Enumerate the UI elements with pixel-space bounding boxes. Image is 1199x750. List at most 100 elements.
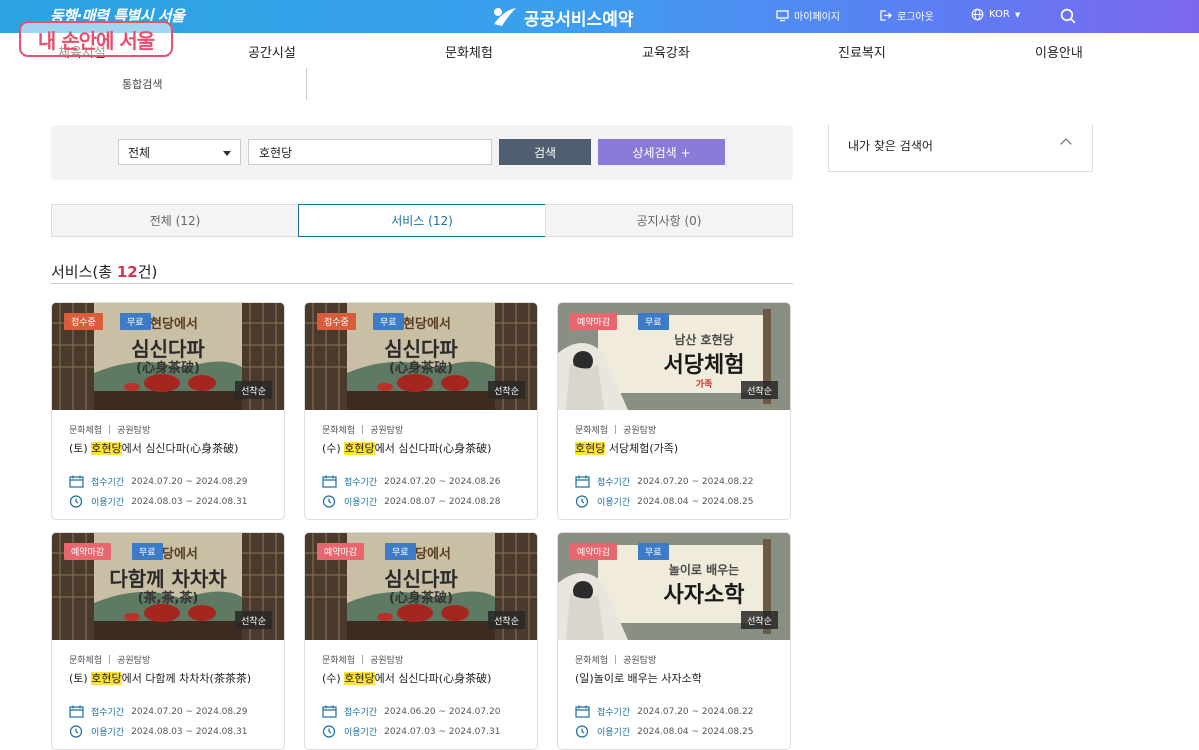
card-title-suffix: 에서 다함께 차차차(茶茶茶) <box>121 672 252 685</box>
result-heading-suffix: 건) <box>137 263 158 281</box>
sort-tag: 선착순 <box>235 611 272 629</box>
thumbnail-subtitle: (茶,茶,茶) <box>137 591 199 606</box>
fee-badge: 무료 <box>638 313 669 330</box>
card-place: 공원탐방 <box>370 426 404 436</box>
divider <box>51 283 793 284</box>
card-title-prefix: (일)놀이로 배우는 사자소학 <box>575 672 702 685</box>
use-period: 이용기간 2024.07.03 ~ 2024.07.31 <box>322 725 500 738</box>
service-card[interactable]: 호현당에서 다함께 차차차 (茶,茶,茶) 예약마감 무료 선착순 문화체험 공… <box>51 532 285 750</box>
caret-down-icon: ▼ <box>1014 10 1021 19</box>
use-period-value: 2024.08.03 ~ 2024.08.31 <box>131 496 248 507</box>
subnav-integrated-search[interactable]: 통합검색 <box>122 76 162 92</box>
card-meta: 문화체험 공원탐방 <box>322 423 403 436</box>
gnb-space[interactable]: 공간시설 <box>248 42 296 61</box>
clock-icon <box>322 495 336 508</box>
calendar-icon <box>322 705 337 718</box>
card-title-highlight: 호현당 <box>344 672 375 685</box>
use-period: 이용기간 2024.08.04 ~ 2024.08.25 <box>575 495 753 508</box>
card-place: 공원탐방 <box>370 656 404 666</box>
card-title-prefix: (수) <box>322 672 345 685</box>
thumbnail-top-text: 남산 호현당 <box>674 333 734 347</box>
apply-period-value: 2024.07.20 ~ 2024.08.29 <box>131 476 248 487</box>
service-card[interactable]: 호현당에서 심신다파 (心身茶破) 예약마감 무료 선착순 문화체험 공원탐방 … <box>304 532 538 750</box>
gnb-medical[interactable]: 진료복지 <box>838 42 886 61</box>
clock-icon <box>69 725 83 738</box>
card-title-prefix: (토) <box>69 442 92 455</box>
apply-period-label: 접수기간 <box>344 478 378 488</box>
tab-all[interactable]: 전체 (12) <box>51 204 299 237</box>
use-period-label: 이용기간 <box>597 728 631 738</box>
use-period: 이용기간 2024.08.07 ~ 2024.08.28 <box>322 495 500 508</box>
card-meta: 문화체험 공원탐방 <box>69 423 150 436</box>
service-card[interactable]: 남산 호현당 서당체험 가족 예약마감 무료 선착순 문화체험 공원탐방 호현당… <box>557 302 791 520</box>
gnb-culture[interactable]: 문화체험 <box>445 42 493 61</box>
search-input[interactable] <box>248 139 492 165</box>
card-title[interactable]: (일)놀이로 배우는 사자소학 <box>575 671 780 686</box>
logout-link[interactable]: 로그아웃 <box>879 8 934 23</box>
globe-icon <box>971 8 984 21</box>
search-icon <box>1060 8 1076 24</box>
service-card[interactable]: 호현당에서 심신다파 (心身茶破) 접수중 무료 선착순 문화체험 공원탐방 (… <box>51 302 285 520</box>
seoul-app-watermark: 내 손안에 서울 <box>19 21 173 57</box>
result-count: 12 <box>116 263 138 281</box>
calendar-icon <box>575 475 590 488</box>
result-heading: 서비스(총 12건) <box>51 261 157 282</box>
gnb-guide[interactable]: 이용안내 <box>1035 42 1083 61</box>
card-category: 문화체험 <box>575 656 609 666</box>
card-meta: 문화체험 공원탐방 <box>322 653 403 666</box>
use-period: 이용기간 2024.08.04 ~ 2024.08.25 <box>575 725 753 738</box>
card-meta: 문화체험 공원탐방 <box>575 653 656 666</box>
mypage-link[interactable]: 마이페이지 <box>776 8 840 23</box>
language-label: KOR <box>989 9 1010 20</box>
sort-tag: 선착순 <box>488 381 525 399</box>
sort-tag: 선착순 <box>741 381 778 399</box>
card-title[interactable]: (토) 호현당에서 다함께 차차차(茶茶茶) <box>69 671 274 686</box>
use-period-value: 2024.08.04 ~ 2024.08.25 <box>637 496 754 507</box>
card-title[interactable]: (토) 호현당에서 심신다파(心身茶破) <box>69 441 274 456</box>
card-category: 문화체험 <box>575 426 609 436</box>
tab-notice[interactable]: 공지사항 (0) <box>545 204 793 237</box>
card-title[interactable]: (수) 호현당에서 심신다파(心身茶破) <box>322 441 527 456</box>
card-place: 공원탐방 <box>623 656 657 666</box>
use-period-value: 2024.08.04 ~ 2024.08.25 <box>637 726 754 737</box>
clock-icon <box>575 725 589 738</box>
language-selector[interactable]: KOR ▼ <box>971 8 1020 21</box>
sort-tag: 선착순 <box>741 611 778 629</box>
calendar-icon <box>69 705 84 718</box>
card-category: 문화체험 <box>322 426 356 436</box>
service-card[interactable]: 놀이로 배우는 사자소학 예약마감 무료 선착순 문화체험 공원탐방 (일)놀이… <box>557 532 791 750</box>
tab-service[interactable]: 서비스 (12) <box>298 204 546 237</box>
card-place: 공원탐방 <box>117 426 151 436</box>
status-badge: 접수중 <box>317 313 356 330</box>
apply-period: 접수기간 2024.07.20 ~ 2024.08.29 <box>69 475 247 488</box>
divider <box>109 425 111 434</box>
status-badge: 접수중 <box>64 313 103 330</box>
card-title[interactable]: 호현당 서당체험(가족) <box>575 441 780 456</box>
detail-search-button[interactable]: 상세검색 + <box>598 139 725 165</box>
use-period-label: 이용기간 <box>597 498 631 508</box>
fee-badge: 무료 <box>638 543 669 560</box>
chevron-up-icon[interactable] <box>1060 138 1072 150</box>
search-toggle-button[interactable] <box>1060 8 1076 24</box>
service-card[interactable]: 호현당에서 심신다파 (心身茶破) 접수중 무료 선착순 문화체험 공원탐방 (… <box>304 302 538 520</box>
card-title-highlight: 호현당 <box>575 442 606 455</box>
category-select[interactable]: 전체 <box>118 139 241 165</box>
card-title-prefix: (토) <box>69 672 92 685</box>
gnb-education[interactable]: 교육강좌 <box>642 42 690 61</box>
apply-period-value: 2024.07.20 ~ 2024.08.26 <box>384 476 501 487</box>
apply-period: 접수기간 2024.07.20 ~ 2024.08.29 <box>69 705 247 718</box>
card-title[interactable]: (수) 호현당에서 심신다파(心身茶破) <box>322 671 527 686</box>
mypage-label: 마이페이지 <box>794 12 840 23</box>
use-period: 이용기간 2024.08.03 ~ 2024.08.31 <box>69 495 247 508</box>
clock-icon <box>322 725 336 738</box>
clock-icon <box>69 495 83 508</box>
use-period-label: 이용기간 <box>91 498 125 508</box>
divider <box>109 655 111 664</box>
site-logo[interactable]: 공공서비스예약 <box>492 5 633 30</box>
search-button[interactable]: 검색 <box>499 139 591 165</box>
apply-period: 접수기간 2024.07.20 ~ 2024.08.22 <box>575 705 753 718</box>
apply-period: 접수기간 2024.07.20 ~ 2024.08.22 <box>575 475 753 488</box>
card-meta: 문화체험 공원탐방 <box>575 423 656 436</box>
divider <box>306 68 307 100</box>
card-place: 공원탐방 <box>117 656 151 666</box>
